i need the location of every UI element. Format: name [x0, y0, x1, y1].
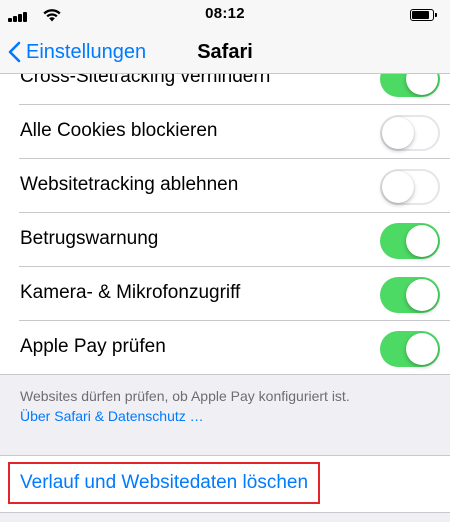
setting-label: Apple Pay prüfen	[20, 336, 166, 357]
setting-label: Alle Cookies blockieren	[20, 120, 218, 141]
setting-row-camera-microphone: Kamera- & Mikrofonzugriff	[0, 266, 450, 320]
battery-level	[412, 11, 429, 19]
setting-row-block-cookies: Alle Cookies blockieren	[0, 104, 450, 158]
block-cookies-toggle[interactable]	[380, 115, 440, 151]
camera-microphone-toggle[interactable]	[380, 277, 440, 313]
section-footer: Websites dürfen prüfen, ob Apple Pay kon…	[20, 386, 440, 426]
status-time: 08:12	[205, 5, 245, 22]
setting-label: Betrugswarnung	[20, 228, 159, 249]
navigation-bar: Einstellungen Safari	[0, 30, 450, 74]
status-bar: 08:12	[0, 0, 450, 30]
back-button[interactable]: Einstellungen	[8, 39, 146, 65]
footer-note-text: Websites dürfen prüfen, ob Apple Pay kon…	[20, 388, 350, 404]
apple-pay-toggle[interactable]	[380, 331, 440, 367]
do-not-track-toggle[interactable]	[380, 169, 440, 205]
clear-history-button[interactable]: Verlauf und Websitedaten löschen	[8, 462, 321, 504]
setting-label: Kamera- & Mikrofonzugriff	[20, 282, 241, 303]
battery-icon	[410, 9, 437, 21]
fraud-warning-toggle[interactable]	[380, 223, 440, 259]
privacy-settings-group: Cross-Sitetracking verhindern Alle Cooki…	[0, 50, 450, 375]
privacy-info-link[interactable]: Über Safari & Datenschutz …	[20, 406, 440, 426]
chevron-left-icon	[8, 41, 21, 63]
back-button-label: Einstellungen	[26, 40, 147, 63]
setting-row-apple-pay: Apple Pay prüfen	[0, 320, 450, 374]
setting-label: Websitetracking ablehnen	[20, 174, 239, 195]
setting-row-do-not-track: Websitetracking ablehnen	[0, 158, 450, 212]
setting-row-fraud-warning: Betrugswarnung	[0, 212, 450, 266]
clear-history-group: Verlauf und Websitedaten löschen	[0, 455, 450, 513]
